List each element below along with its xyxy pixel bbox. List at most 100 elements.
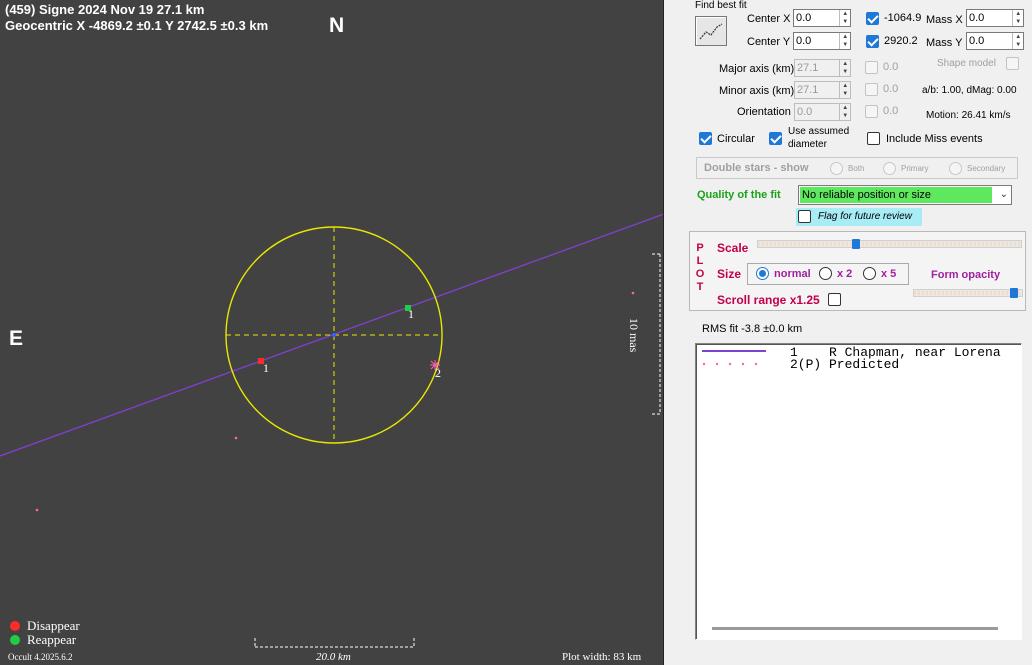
observer-list[interactable]: 1 R Chapman, near Lorena 2(P) Predicted xyxy=(695,343,1022,640)
spin-arrows-icon[interactable]: ▲ ▼ xyxy=(1012,10,1023,26)
shape-model-label: Shape model xyxy=(937,58,996,69)
shape-model-checkbox[interactable] xyxy=(1006,57,1019,70)
plot-letter: T xyxy=(696,281,704,293)
minor-axis-field[interactable]: ▲▼ xyxy=(794,81,851,99)
opacity-slider[interactable] xyxy=(913,289,1023,297)
spin-arrows-icon[interactable]: ▲ ▼ xyxy=(839,10,850,26)
plot-letter: P xyxy=(696,242,704,254)
disappear-dot-icon xyxy=(10,621,20,631)
predicted-dot xyxy=(234,436,238,440)
ds-primary-radio[interactable] xyxy=(883,162,896,175)
form-opacity-label: Form opacity xyxy=(931,269,1001,281)
mass-y-input[interactable] xyxy=(967,33,1013,49)
minor-axis-input[interactable] xyxy=(795,82,840,98)
size-normal-radio[interactable] xyxy=(756,267,769,280)
size-x2-label: x 2 xyxy=(837,268,853,280)
center-y-input[interactable] xyxy=(794,33,840,49)
list-item: 2(P) Predicted xyxy=(790,357,900,372)
quality-label: Quality of the fit xyxy=(697,189,781,201)
orientation-uncertainty: 0.0 xyxy=(883,105,899,117)
ds-both-radio[interactable] xyxy=(830,162,843,175)
scroll-range-label: Scroll range x1.25 xyxy=(717,293,820,307)
center-marker xyxy=(332,333,336,337)
double-stars-label: Double stars - show xyxy=(704,162,809,174)
minor-axis-checkbox[interactable] xyxy=(865,83,878,96)
circular-checkbox[interactable] xyxy=(699,132,712,145)
line-style-samples xyxy=(702,350,766,366)
occultation-plot[interactable]: (459) Signe 2024 Nov 19 27.1 km Geocentr… xyxy=(0,0,664,665)
plot-canvas xyxy=(0,213,663,648)
scale-slider-thumb[interactable] xyxy=(852,239,860,249)
flag-review-checkbox[interactable] xyxy=(798,210,811,223)
mass-x-input[interactable] xyxy=(967,10,1013,26)
find-best-fit-button[interactable] xyxy=(695,16,727,46)
geocentric-coordinates: Geocentric X -4869.2 ±0.1 Y 2742.5 ±0.3 … xyxy=(5,18,269,33)
plot-vertical-label: P L O T xyxy=(694,242,706,294)
ds-primary-label: Primary xyxy=(901,164,929,173)
center-y-label: Center Y xyxy=(747,36,791,48)
include-miss-checkbox[interactable] xyxy=(867,132,880,145)
scroll-range-checkbox[interactable] xyxy=(828,293,841,306)
major-axis-checkbox[interactable] xyxy=(865,61,878,74)
plot-width-label: Plot width: 83 km xyxy=(562,651,642,663)
center-x-field[interactable]: ▲▼ xyxy=(793,9,851,27)
ab-ratio: a/b: 1.00, dMag: 0.00 xyxy=(922,85,1017,96)
version-label: Occult 4.2025.6.2 xyxy=(8,652,73,662)
km-scale-bar xyxy=(254,638,415,648)
size-normal-label: normal xyxy=(774,268,811,280)
motion-label: Motion: 26.41 km/s xyxy=(926,110,1011,121)
size-label: Size xyxy=(717,267,742,281)
control-panel: Find best fit Center X ▲▼ Center Y ▲▼ -1… xyxy=(666,0,1032,665)
mass-x-field[interactable]: ▲▼ xyxy=(966,9,1024,27)
chord-label: 1 xyxy=(263,361,269,375)
plot-letter: O xyxy=(695,268,705,280)
size-x2-radio[interactable] xyxy=(819,267,832,280)
center-x-input[interactable] xyxy=(794,10,840,26)
spin-arrows-icon[interactable]: ▲ ▼ xyxy=(839,60,850,76)
horizontal-scrollbar[interactable] xyxy=(712,627,998,630)
quality-value: No reliable position or size xyxy=(800,187,992,203)
geo-x-value: -1064.9 xyxy=(884,12,922,24)
geo-x-checkbox[interactable] xyxy=(866,12,879,25)
orientation-field[interactable]: ▲▼ xyxy=(794,103,851,121)
rms-fit-label: RMS fit -3.8 ±0.0 km xyxy=(702,323,803,335)
mas-scale-bracket xyxy=(652,253,661,415)
major-axis-label: Major axis (km) xyxy=(719,63,795,75)
scale-slider[interactable] xyxy=(757,240,1022,248)
mass-y-label: Mass Y xyxy=(926,37,963,49)
spin-arrows-icon[interactable]: ▲ ▼ xyxy=(839,33,850,49)
scale-label: Scale xyxy=(717,241,749,255)
double-stars-group: Double stars - show Both Primary Seconda… xyxy=(696,157,1018,179)
find-best-fit-label: Find best fit xyxy=(695,0,747,11)
geo-y-checkbox[interactable] xyxy=(866,35,879,48)
reappear-dot-icon xyxy=(10,635,20,645)
ds-secondary-radio[interactable] xyxy=(949,162,962,175)
use-assumed-label: Use assumed xyxy=(788,126,850,137)
orientation-input[interactable] xyxy=(795,104,840,120)
orientation-checkbox[interactable] xyxy=(865,105,878,118)
use-assumed-label-2: diameter xyxy=(788,139,827,150)
use-assumed-checkbox[interactable] xyxy=(769,132,782,145)
size-x5-radio[interactable] xyxy=(863,267,876,280)
chord-label: 1 xyxy=(408,307,414,321)
include-miss-label: Include Miss events xyxy=(886,133,983,145)
spin-arrows-icon[interactable]: ▲ ▼ xyxy=(839,104,850,120)
ds-both-label: Both xyxy=(848,164,865,173)
minor-axis-label: Minor axis (km) xyxy=(719,85,795,97)
major-axis-field[interactable]: ▲▼ xyxy=(794,59,851,77)
center-y-field[interactable]: ▲▼ xyxy=(793,32,851,50)
opacity-slider-thumb[interactable] xyxy=(1010,288,1018,298)
spin-arrows-icon[interactable]: ▲ ▼ xyxy=(1012,33,1023,49)
fit-chart-icon xyxy=(699,23,723,40)
plot-letter: L xyxy=(696,255,704,267)
circular-label: Circular xyxy=(717,133,755,145)
major-axis-input[interactable] xyxy=(795,60,840,76)
spin-arrows-icon[interactable]: ▲ ▼ xyxy=(839,82,850,98)
chevron-down-icon: ⌄ xyxy=(999,189,1008,200)
mass-y-field[interactable]: ▲▼ xyxy=(966,32,1024,50)
geo-y-value: 2920.2 xyxy=(884,35,918,47)
east-label: E xyxy=(9,327,24,350)
quality-dropdown[interactable]: No reliable position or size ⌄ xyxy=(798,185,1012,205)
predicted-dot xyxy=(631,291,635,295)
scale-bar-label: 20.0 km xyxy=(316,651,351,663)
